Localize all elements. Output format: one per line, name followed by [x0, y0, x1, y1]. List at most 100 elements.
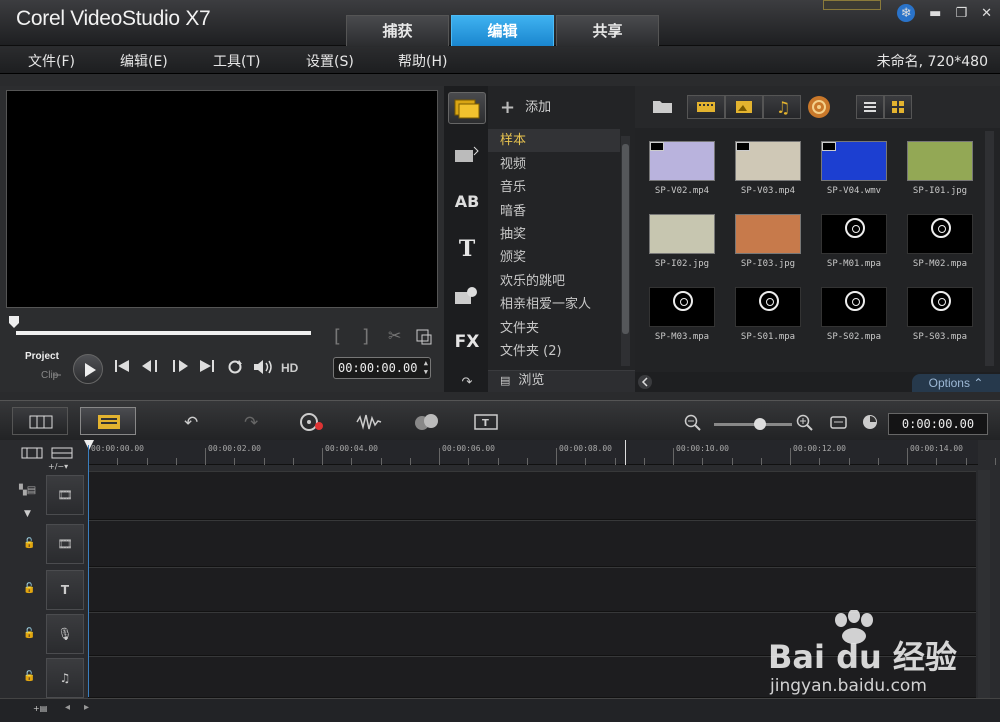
home-icon[interactable]	[114, 359, 130, 373]
fit-project-icon[interactable]	[830, 415, 848, 431]
transition-icon[interactable]: AB	[452, 188, 482, 214]
scroll-right-icon[interactable]: ▸	[84, 702, 89, 713]
collapse-left-icon[interactable]	[637, 374, 653, 390]
media-thumbnail[interactable]: SP-M02.mpa	[897, 204, 983, 277]
mark-out-icon[interactable]: ]	[362, 326, 369, 347]
redo-icon[interactable]: ↷	[244, 413, 258, 433]
menu-edit[interactable]: 编辑(E)	[120, 51, 168, 71]
snowflake-icon[interactable]: ❄	[897, 4, 916, 22]
add-track-toggle[interactable]: +▤	[33, 704, 47, 713]
import-folder-icon[interactable]	[652, 98, 674, 114]
thumbnail-view-button[interactable]	[884, 95, 912, 119]
media-thumbnail[interactable]: SP-V04.wmv	[811, 131, 897, 204]
sort-icon[interactable]	[807, 95, 831, 119]
timeline-timecode[interactable]: 0:00:00.00	[888, 413, 988, 435]
folder-item[interactable]: 相亲相爱一家人	[488, 293, 620, 316]
folder-item[interactable]: 文件夹 (2)	[488, 340, 620, 363]
ripple-edit-icon[interactable]: ▚▤	[19, 485, 36, 496]
folder-scrollbar-thumb[interactable]	[622, 144, 629, 334]
storyboard-view-button[interactable]	[12, 407, 68, 435]
play-button[interactable]	[73, 354, 103, 384]
menu-settings[interactable]: 设置(S)	[306, 51, 354, 71]
media-thumbnail[interactable]: SP-M01.mpa	[811, 204, 897, 277]
enlarge-preview-icon[interactable]	[416, 329, 432, 345]
menu-tools[interactable]: 工具(T)	[213, 51, 260, 71]
lock-icon[interactable]: 🔓	[23, 583, 35, 594]
lock-icon[interactable]: 🔓	[23, 628, 35, 639]
music-track-icon[interactable]: ♫	[46, 658, 84, 698]
zoom-track-toggle[interactable]: +/−▾	[48, 462, 68, 471]
preview-screen[interactable]	[6, 90, 438, 308]
show-photos-button[interactable]	[725, 95, 763, 119]
scroll-left-icon[interactable]: ◂	[65, 702, 70, 713]
end-icon[interactable]	[199, 359, 215, 373]
media-thumbnail[interactable]: SP-M03.mpa	[639, 277, 725, 350]
previous-frame-icon[interactable]	[141, 359, 161, 373]
scrub-bar[interactable]	[16, 331, 311, 335]
restore-icon[interactable]: ❐	[955, 6, 967, 21]
lock-icon[interactable]: 🔓	[23, 671, 35, 682]
repeat-icon[interactable]	[227, 359, 243, 375]
split-clip-icon[interactable]: ✂	[388, 326, 401, 345]
show-audio-button[interactable]: ♫	[763, 95, 801, 119]
folder-item[interactable]: 样本	[488, 129, 620, 152]
hd-preview-toggle[interactable]: HD	[281, 361, 298, 375]
media-thumbnail[interactable]: SP-I03.jpg	[725, 204, 811, 277]
voice-track-icon[interactable]: 🎙	[46, 614, 84, 654]
playhead-line[interactable]	[88, 445, 89, 697]
folder-item[interactable]: 欢乐的跳吧	[488, 270, 620, 293]
browse-button[interactable]: ▤ 浏览	[488, 370, 635, 392]
title-track[interactable]	[88, 567, 976, 612]
media-thumbnail[interactable]: SP-S03.mpa	[897, 277, 983, 350]
scrub-handle-icon[interactable]	[8, 315, 20, 329]
show-videos-button[interactable]	[687, 95, 725, 119]
video-track-icon[interactable]: 🎞	[46, 475, 84, 515]
add-chapter-icon[interactable]	[51, 446, 75, 460]
menu-file[interactable]: 文件(F)	[28, 51, 75, 71]
title-icon[interactable]: T	[452, 236, 482, 262]
title-track-icon[interactable]: T	[46, 570, 84, 610]
path-icon[interactable]: ↷	[452, 374, 482, 390]
list-view-button[interactable]	[856, 95, 884, 119]
folder-item[interactable]: 颁奖	[488, 246, 620, 269]
timecode-spinner-icon[interactable]: ▲ ▼	[424, 359, 428, 377]
media-thumbnail[interactable]: SP-V02.mp4	[639, 131, 725, 204]
add-folder-button[interactable]: + 添加	[500, 96, 551, 118]
volume-icon[interactable]	[253, 359, 275, 375]
filter-fx-icon[interactable]: FX	[452, 329, 482, 355]
track-manager-icon[interactable]	[21, 446, 45, 460]
zoom-slider-handle[interactable]	[754, 418, 766, 430]
media-category-button[interactable]	[448, 92, 486, 124]
project-mode-label[interactable]: Project	[25, 351, 59, 362]
instant-project-button[interactable]	[452, 142, 482, 168]
folder-item[interactable]: 抽奖	[488, 223, 620, 246]
folder-item[interactable]: 视频	[488, 153, 620, 176]
zoom-in-icon[interactable]	[796, 414, 814, 432]
tab-share[interactable]: 共享	[556, 15, 659, 46]
menu-help[interactable]: 帮助(H)	[398, 51, 447, 71]
folder-item[interactable]: 音乐	[488, 176, 620, 199]
auto-music-icon[interactable]	[413, 413, 441, 431]
zoom-slider[interactable]	[714, 423, 792, 426]
next-frame-icon[interactable]	[170, 359, 190, 373]
record-capture-icon[interactable]	[300, 413, 324, 431]
time-ruler[interactable]: 00:00:00.00 00:00:02.00 00:00:04.00 00:00:0…	[84, 440, 996, 465]
zoom-out-icon[interactable]	[684, 414, 702, 432]
player-timecode[interactable]: 00:00:00.00 ▲ ▼	[333, 357, 431, 379]
sound-mixer-icon[interactable]	[356, 413, 382, 431]
folder-item[interactable]: 文件夹	[488, 317, 620, 340]
timeline-view-button[interactable]	[80, 407, 136, 435]
tab-capture[interactable]: 捕获	[346, 15, 449, 46]
overlay-track[interactable]	[88, 520, 976, 567]
mark-in-icon[interactable]: [	[334, 326, 341, 347]
minimize-icon[interactable]: ▬	[929, 6, 941, 21]
project-duration-icon[interactable]	[862, 414, 880, 432]
media-thumbnail[interactable]: SP-I01.jpg	[897, 131, 983, 204]
options-button[interactable]: Options ⌃	[912, 374, 1000, 392]
undo-icon[interactable]: ↶	[184, 413, 198, 433]
tab-edit[interactable]: 编辑	[451, 15, 554, 46]
close-icon[interactable]: ✕	[981, 6, 992, 21]
overlay-track-icon[interactable]: 🎞	[46, 524, 84, 564]
graphic-button[interactable]	[452, 282, 482, 308]
media-thumbnail[interactable]: SP-I02.jpg	[639, 204, 725, 277]
